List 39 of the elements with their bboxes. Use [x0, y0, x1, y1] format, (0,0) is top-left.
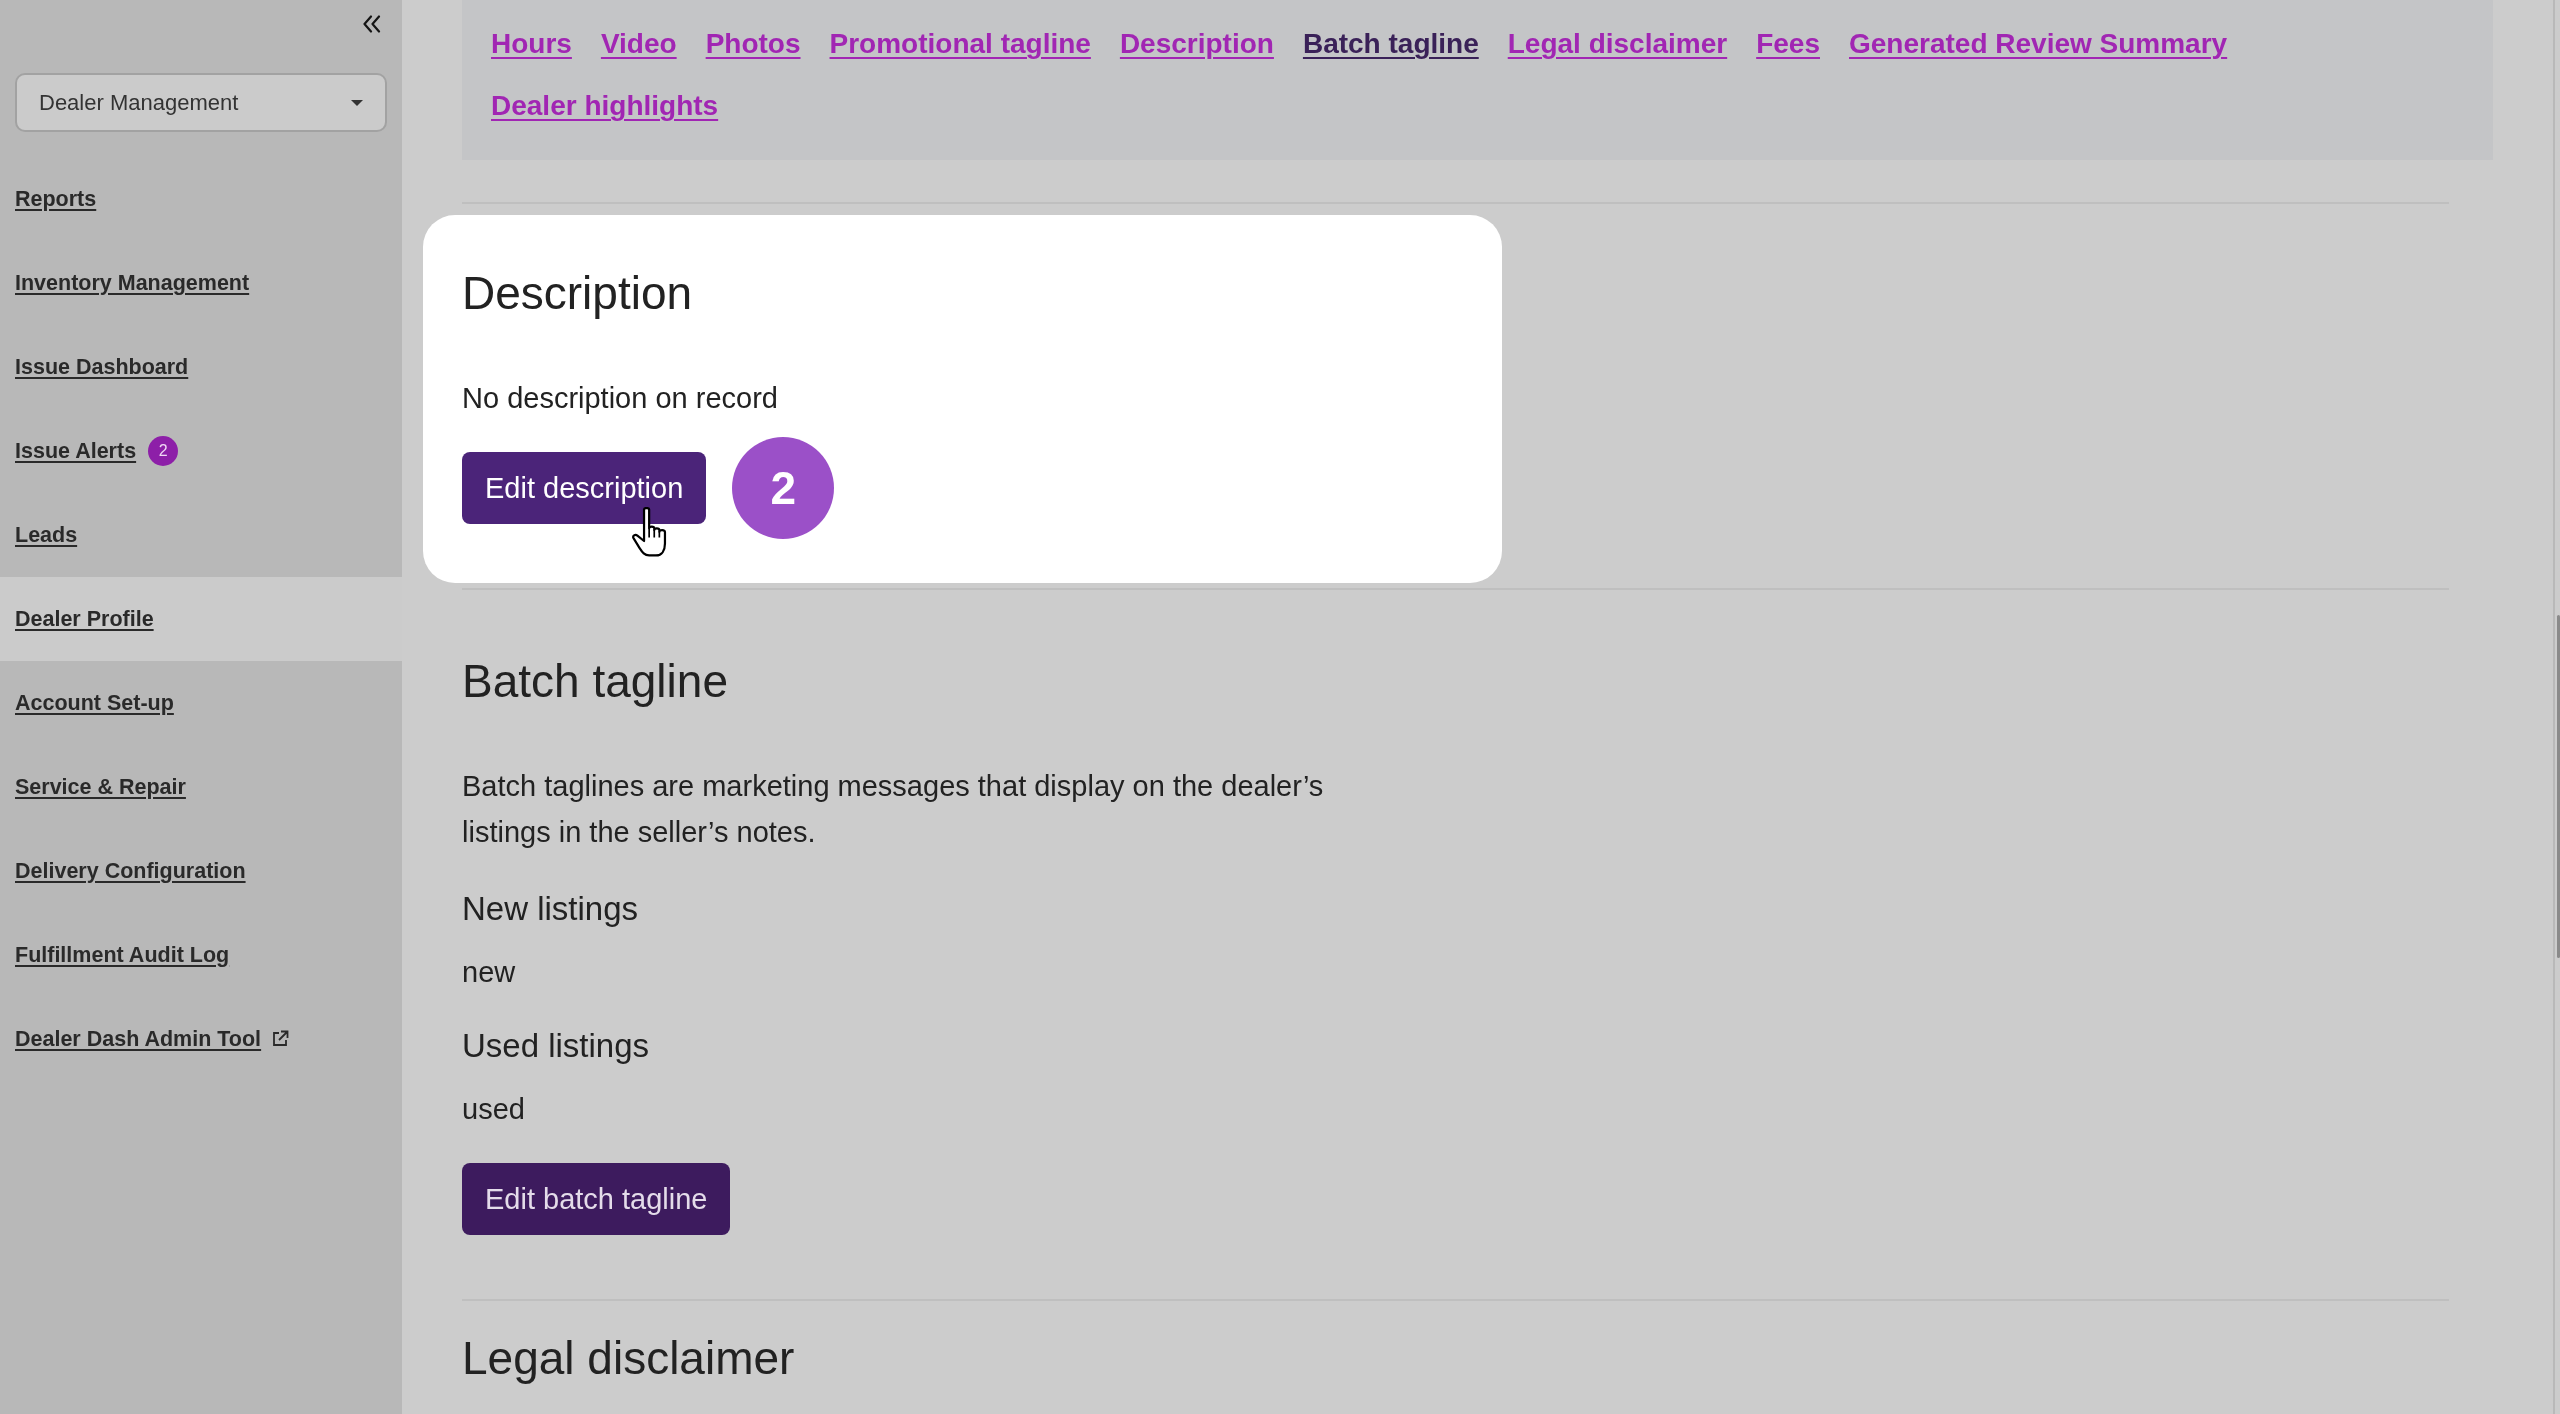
section-heading: Batch tagline	[462, 654, 728, 709]
step-number-badge: 2	[732, 437, 835, 539]
scrollbar-thumb[interactable]	[2557, 615, 2560, 958]
nav-item[interactable]: Inventory Management	[0, 241, 402, 325]
edit-button[interactable]: Edit batch tagline	[462, 1163, 731, 1235]
section-heading: Description	[462, 266, 693, 321]
double-chevron-icon[interactable]	[362, 15, 382, 33]
nav-item[interactable]: Reports	[0, 157, 402, 241]
hand-pointer-cursor-icon	[631, 507, 669, 558]
section-link[interactable]: Dealer highlights	[491, 75, 719, 137]
section-link[interactable]: Hours	[491, 13, 572, 75]
section-link[interactable]: Promotional tagline	[829, 13, 1091, 75]
field-value: used	[462, 1092, 525, 1127]
section-link[interactable]: Photos	[705, 13, 801, 75]
nav-item[interactable]: Service & Repair	[0, 745, 402, 829]
section-heading: Legal disclaimer	[462, 1331, 795, 1386]
nav-item[interactable]: Issue Dashboard	[0, 325, 402, 409]
edit-button[interactable]: Edit description	[462, 452, 707, 524]
field-label: Used listings	[462, 1026, 650, 1066]
section-link[interactable]: Video	[600, 13, 677, 75]
field-value: new	[462, 955, 516, 990]
nav-item[interactable]: Fulfillment Audit Log	[0, 913, 402, 997]
section-link[interactable]: Fees	[1756, 13, 1820, 75]
field-label: New listings	[462, 889, 639, 929]
section-link[interactable]: Generated Review Summary	[1849, 13, 2228, 75]
nav-item[interactable]: Issue Alerts 2	[0, 409, 402, 493]
nav-item[interactable]: Dealer Profile	[0, 577, 402, 661]
section-link[interactable]: Description	[1119, 13, 1274, 75]
caret-icon	[351, 99, 363, 106]
section-text: No description on record	[462, 381, 778, 416]
nav-item[interactable]: Account Set-up	[0, 661, 402, 745]
nav-item[interactable]: Dealer Dash Admin Tool	[0, 997, 402, 1081]
alert-count-badge: 2	[148, 436, 179, 466]
section-link[interactable]: Legal disclaimer	[1507, 13, 1728, 75]
section-text: Batch taglines are marketing messages that display on the dealer’s listings in the seller’s notes.	[462, 769, 1325, 850]
nav-item[interactable]: Delivery Configuration	[0, 829, 402, 913]
nav-item[interactable]: Leads	[0, 493, 402, 577]
section-link[interactable]: Batch tagline	[1302, 13, 1479, 75]
dropdown[interactable]: Dealer Management	[15, 73, 387, 132]
